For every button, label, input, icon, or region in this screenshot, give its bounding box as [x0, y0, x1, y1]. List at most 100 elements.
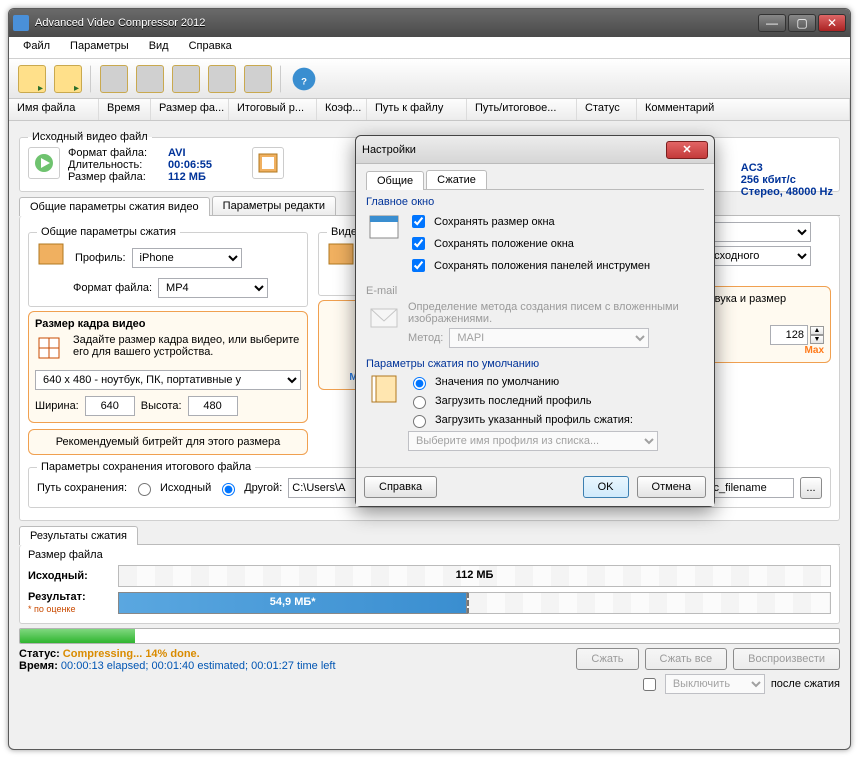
spin-up[interactable]: ▲: [810, 326, 824, 335]
col-coef[interactable]: Коэф...: [317, 99, 367, 120]
overall-progress: [19, 628, 840, 644]
dialog-ok-button[interactable]: OK: [583, 476, 629, 498]
dialog-help-button[interactable]: Справка: [364, 476, 437, 498]
profile-select[interactable]: iPhone: [132, 248, 242, 268]
result-size-label: Размер файла: [28, 549, 831, 561]
close-button[interactable]: ✕: [818, 14, 846, 32]
height-input[interactable]: [188, 396, 238, 416]
maximize-button[interactable]: ▢: [788, 14, 816, 32]
menu-params[interactable]: Параметры: [60, 37, 139, 58]
window-icon: [368, 212, 400, 244]
height-label: Высота:: [141, 400, 182, 412]
tb-btn-1[interactable]: [97, 62, 131, 96]
col-comment[interactable]: Комментарий: [637, 99, 850, 120]
outformat-select[interactable]: MP4: [158, 278, 268, 298]
profile-doc-icon: [368, 374, 400, 406]
play-button[interactable]: Воспроизвести: [733, 648, 840, 670]
profile-icon: [37, 242, 69, 274]
time-label: Время:: [19, 660, 58, 672]
dialog-cancel-button[interactable]: Отмена: [637, 476, 706, 498]
save-legend: Параметры сохранения итогового файла: [37, 461, 255, 473]
mail-icon: [368, 301, 400, 333]
toolbar-sep2: [280, 65, 282, 93]
suffix-input[interactable]: [704, 478, 794, 498]
media-icon: [28, 147, 60, 179]
col-size[interactable]: Размер фа...: [151, 99, 229, 120]
radio-def-values-label: Значения по умолчанию: [435, 376, 559, 388]
browse-button[interactable]: ...: [800, 477, 822, 499]
menu-view[interactable]: Вид: [139, 37, 179, 58]
method-select: MAPI: [449, 328, 649, 348]
dialog-tab-compress[interactable]: Сжатие: [426, 170, 487, 189]
result-src-label: Исходный:: [28, 570, 108, 582]
width-input[interactable]: [85, 396, 135, 416]
email-hint: Определение метода создания писем с влож…: [408, 301, 704, 325]
quality-input[interactable]: [770, 325, 808, 345]
tb-btn-3[interactable]: [169, 62, 203, 96]
duration-label: Длительность:: [68, 159, 168, 171]
time-elapsed: 00:00:13 elapsed;: [61, 660, 148, 672]
chk-save-size[interactable]: Сохранять размер окна: [408, 212, 650, 231]
format-label: Формат файла:: [68, 147, 168, 159]
col-time[interactable]: Время: [99, 99, 151, 120]
dialog-tab-general[interactable]: Общие: [366, 171, 424, 190]
outformat-label: Формат файла:: [73, 282, 152, 294]
tb-btn-2[interactable]: [133, 62, 167, 96]
dialog-close-button[interactable]: ✕: [666, 141, 708, 159]
radio-source[interactable]: Исходный: [133, 480, 211, 496]
radio-def-values[interactable]: Значения по умолчанию: [408, 374, 658, 390]
path-input[interactable]: [288, 478, 358, 498]
tb-btn-4[interactable]: [205, 62, 239, 96]
radio-other-label: Другой:: [244, 482, 282, 494]
radio-source-label: Исходный: [160, 482, 211, 494]
compress-all-button[interactable]: Сжать все: [645, 648, 728, 670]
col-status[interactable]: Статус: [577, 99, 637, 120]
chk-save-pos[interactable]: Сохранять положение окна: [408, 234, 650, 253]
col-total[interactable]: Итоговый р...: [229, 99, 317, 120]
result-res-label: Результат:: [28, 591, 86, 603]
col-path[interactable]: Путь к файлу: [367, 99, 467, 120]
src-bar-val: 112 МБ: [456, 569, 494, 581]
menu-help[interactable]: Справка: [179, 37, 242, 58]
profile-label: Профиль:: [75, 252, 126, 264]
minimize-button[interactable]: —: [758, 14, 786, 32]
quality-spinner[interactable]: ▲▼: [770, 325, 824, 345]
radio-other[interactable]: Другой:: [217, 480, 282, 496]
radio-last-profile[interactable]: Загрузить последний профиль: [408, 393, 658, 409]
toolbar: ?: [9, 59, 850, 99]
time-est: 00:01:40 estimated;: [151, 660, 248, 672]
menu-file[interactable]: Файл: [13, 37, 60, 58]
chk-save-toolbars[interactable]: Сохранять положения панелей инструмен: [408, 256, 650, 275]
tab-edit-params[interactable]: Параметры редакти: [212, 196, 336, 215]
duration-value: 00:06:55: [168, 159, 212, 171]
column-headers: Имя файла Время Размер фа... Итоговый р.…: [9, 99, 850, 121]
gw-title: Главное окно: [366, 196, 704, 208]
after-select[interactable]: Выключить: [665, 674, 765, 694]
tb-btn-5[interactable]: [241, 62, 275, 96]
source-legend: Исходный видео файл: [28, 131, 152, 143]
help-button[interactable]: ?: [287, 62, 321, 96]
after-checkbox[interactable]: [643, 678, 656, 691]
email-title: E-mail: [366, 285, 704, 297]
savepath-label: Путь сохранения:: [37, 482, 127, 494]
app-icon: [13, 15, 29, 31]
tab-general-comp[interactable]: Общие параметры сжатия видео: [19, 197, 210, 216]
col-pathtotal[interactable]: Путь/итоговое...: [467, 99, 577, 120]
open-file-button[interactable]: [15, 62, 49, 96]
compress-button[interactable]: Сжать: [576, 648, 638, 670]
status-label: Статус:: [19, 648, 60, 660]
reco-text: Рекомендуемый битрейт для этого размера: [56, 436, 281, 448]
col-filename[interactable]: Имя файла: [9, 99, 99, 120]
tab-results[interactable]: Результаты сжатия: [19, 526, 138, 545]
audio-freq: Стерео, 48000 Hz: [741, 186, 833, 198]
audio-bitrate: 256 кбит/с: [741, 174, 796, 186]
radio-last-profile-label: Загрузить последний профиль: [435, 395, 592, 407]
window-title: Advanced Video Compressor 2012: [35, 17, 756, 29]
format-value: AVI: [168, 147, 186, 159]
chk-save-pos-label: Сохранять положение окна: [434, 238, 574, 250]
spin-down[interactable]: ▼: [810, 335, 824, 344]
frame-preset-select[interactable]: 640 x 480 - ноутбук, ПК, портативные у: [35, 370, 301, 390]
window-titlebar: Advanced Video Compressor 2012 — ▢ ✕: [9, 9, 850, 37]
radio-named-profile[interactable]: Загрузить указанный профиль сжатия:: [408, 412, 658, 428]
open-folder-button[interactable]: [51, 62, 85, 96]
